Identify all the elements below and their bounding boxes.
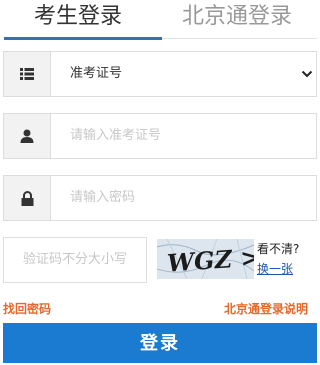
captcha-refresh-link[interactable]: 换一张	[257, 260, 293, 277]
captcha-image[interactable]: WGZ >	[157, 239, 254, 279]
lock-icon-box	[4, 176, 51, 220]
user-icon-box	[4, 114, 51, 158]
captcha-help-label: 看不清?	[257, 242, 300, 256]
active-tab-underline	[4, 37, 162, 40]
tab-divider	[162, 38, 317, 39]
list-icon	[20, 68, 34, 80]
lock-icon	[21, 190, 33, 206]
chevron-down-icon[interactable]	[301, 68, 313, 80]
password-placeholder: 请输入密码	[70, 190, 136, 205]
login-type-value: 准考证号	[70, 66, 123, 81]
ticket-number-placeholder: 请输入准考证号	[70, 128, 162, 143]
login-button[interactable]: 登录	[3, 323, 317, 363]
ticket-number-field[interactable]: 请输入准考证号	[3, 113, 317, 159]
list-icon-box	[4, 52, 51, 96]
login-type-select[interactable]: 准考证号	[3, 51, 317, 97]
tab-bjt-login[interactable]: 北京通登录	[182, 2, 292, 32]
captcha-noise: WGZ >	[157, 239, 254, 279]
captcha-input[interactable]: 验证码不分大小写	[3, 237, 147, 283]
forgot-password-link[interactable]: 找回密码	[3, 300, 51, 317]
bjt-login-guide-link[interactable]: 北京通登录说明	[224, 300, 308, 317]
login-tabs: 考生登录 北京通登录	[0, 0, 317, 40]
captcha-glyphs: WGZ >	[166, 242, 254, 277]
tab-candidate-login[interactable]: 考生登录	[34, 2, 122, 32]
password-field[interactable]: 请输入密码	[3, 175, 317, 221]
user-icon	[20, 129, 34, 143]
